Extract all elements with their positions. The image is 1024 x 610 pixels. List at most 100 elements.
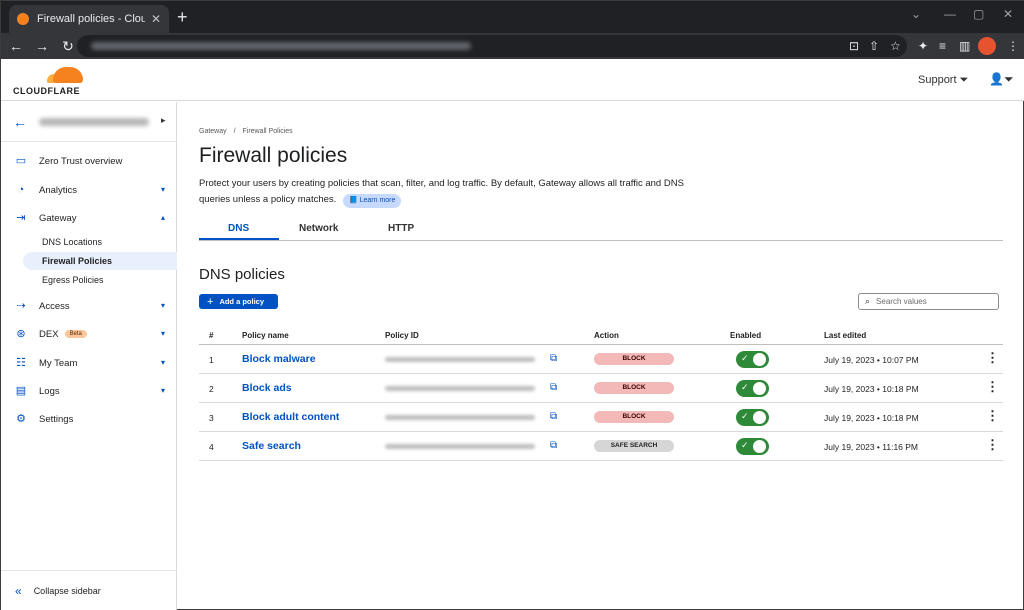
sidebar-item-my-team[interactable]: ☷ My Team ▾ — [1, 351, 177, 375]
browser-menu-icon[interactable]: ⋮ — [1007, 39, 1019, 53]
browser-tab[interactable]: Firewall policies - Cloudflare Zero ✕ — [9, 5, 169, 33]
account-switcher[interactable]: ← ▸ — [1, 102, 177, 142]
sidebar-subitem-dns-locations[interactable]: DNS Locations — [23, 233, 177, 251]
url-text — [91, 42, 471, 50]
table-row: 4 Safe search ⧉ SAFE SEARCH ✓ July 19, 2… — [199, 432, 1003, 461]
back-icon[interactable]: ← — [5, 38, 27, 54]
copy-icon[interactable]: ⧉ — [550, 411, 557, 422]
row-menu-icon[interactable]: ⋮ — [986, 380, 999, 394]
chevron-down-icon: ▾ — [161, 386, 166, 395]
tab-dns[interactable]: DNS — [228, 223, 249, 234]
close-window-icon[interactable]: ✕ — [1003, 7, 1013, 21]
account-name — [39, 118, 149, 126]
policy-name-link[interactable]: Block ads — [242, 382, 292, 394]
copy-icon[interactable]: ⧉ — [550, 382, 557, 393]
support-menu[interactable]: Support ⏷ — [918, 74, 968, 87]
sidebar-subitem-egress-policies[interactable]: Egress Policies — [23, 271, 177, 289]
bookmark-star-icon[interactable]: ☆ — [890, 39, 901, 53]
enabled-toggle[interactable]: ✓ — [736, 409, 769, 426]
chevron-down-icon: ▾ — [161, 185, 166, 194]
column-number: # — [209, 331, 214, 340]
sidebar-item-gateway[interactable]: ⇥ Gateway ▴ — [1, 206, 177, 230]
double-chevron-left-icon: « — [15, 583, 22, 598]
forward-icon[interactable]: → — [31, 38, 53, 54]
profile-avatar[interactable] — [978, 37, 996, 55]
sidebar-item-logs[interactable]: ▤ Logs ▾ — [1, 379, 177, 403]
action-badge: SAFE SEARCH — [594, 440, 674, 452]
overview-icon: ▭ — [15, 155, 27, 167]
enabled-toggle[interactable]: ✓ — [736, 351, 769, 368]
sidebar-item-dex[interactable]: ⊛ DEX Beta ▾ — [1, 322, 177, 346]
sidebar-item-zero-trust-overview[interactable]: ▭ Zero Trust overview — [1, 149, 177, 173]
row-menu-icon[interactable]: ⋮ — [986, 409, 999, 423]
search-input[interactable] — [876, 297, 987, 306]
logs-icon: ▤ — [15, 385, 27, 397]
address-bar[interactable] — [77, 35, 907, 57]
sidebar: ← ▸ ▭ Zero Trust overview ◔ Analytics ▾ … — [1, 102, 177, 610]
check-icon: ✓ — [741, 382, 749, 392]
breadcrumb: Gateway / Firewall Policies — [199, 128, 298, 135]
sidebar-item-label: Analytics — [39, 184, 78, 196]
reading-list-icon[interactable]: ≡ — [939, 39, 946, 53]
action-badge: BLOCK — [594, 353, 674, 365]
sidebar-item-analytics[interactable]: ◔ Analytics ▾ — [1, 178, 177, 202]
logo-wordmark: CLOUDFLARE — [13, 86, 80, 96]
plus-icon: + — [207, 295, 214, 308]
sidebar-item-label: Zero Trust overview — [39, 155, 123, 167]
row-menu-icon[interactable]: ⋮ — [986, 438, 999, 452]
analytics-icon: ◔ — [17, 184, 25, 196]
tab-http[interactable]: HTTP — [388, 223, 414, 234]
gear-icon: ⚙ — [16, 413, 26, 425]
policy-id — [385, 444, 535, 449]
table-header: # Policy name Policy ID Action Enabled L… — [199, 327, 1003, 345]
user-menu-icon[interactable]: 👤⏷ — [989, 72, 1014, 87]
chevron-down-icon: ▾ — [161, 358, 166, 367]
logo-cloud-main-icon — [53, 67, 83, 83]
maximize-icon[interactable]: ▢ — [973, 7, 984, 21]
enabled-toggle[interactable]: ✓ — [736, 380, 769, 397]
team-icon: ☷ — [16, 357, 26, 369]
install-icon[interactable]: ⊡ — [849, 39, 859, 53]
policy-tabs: DNS Network HTTP — [199, 218, 1003, 241]
close-tab-icon[interactable]: ✕ — [151, 12, 161, 26]
policy-id — [385, 415, 535, 420]
tab-network[interactable]: Network — [299, 223, 338, 234]
add-policy-button[interactable]: + Add a policy — [199, 294, 278, 309]
copy-icon[interactable]: ⧉ — [550, 440, 557, 451]
policy-name-link[interactable]: Block adult content — [242, 411, 339, 423]
sidebar-item-access[interactable]: ⇢ Access ▾ — [1, 294, 177, 318]
policy-name-link[interactable]: Safe search — [242, 440, 301, 452]
breadcrumb-current: Firewall Policies — [242, 128, 293, 135]
tab-search-icon[interactable]: ⌄ — [911, 7, 921, 21]
search-field[interactable]: ⌕ — [858, 293, 999, 310]
chevron-down-icon: ▾ — [161, 301, 166, 310]
back-arrow-icon[interactable]: ← — [13, 114, 27, 130]
column-policy-id: Policy ID — [385, 331, 419, 340]
copy-icon[interactable]: ⧉ — [550, 353, 557, 364]
collapse-sidebar-button[interactable]: « Collapse sidebar — [1, 570, 177, 610]
minimize-icon[interactable]: — — [944, 7, 956, 21]
column-action[interactable]: Action — [594, 331, 619, 340]
beta-badge: Beta — [64, 330, 87, 338]
row-number: 1 — [209, 355, 214, 365]
policy-name-link[interactable]: Block malware — [242, 353, 316, 365]
reload-icon[interactable]: ↻ — [57, 38, 79, 55]
sidebar-subitem-firewall-policies[interactable]: Firewall Policies — [23, 252, 177, 270]
extensions-icon[interactable]: ✦ — [918, 39, 928, 53]
last-edited: July 19, 2023 • 11:16 PM — [824, 442, 919, 452]
sidebar-item-settings[interactable]: ⚙ Settings — [1, 407, 177, 431]
column-enabled[interactable]: Enabled — [730, 331, 761, 340]
breadcrumb-gateway[interactable]: Gateway — [199, 128, 227, 135]
column-last-edited[interactable]: Last edited — [824, 331, 866, 340]
row-menu-icon[interactable]: ⋮ — [986, 351, 999, 365]
side-panel-icon[interactable]: ▥ — [959, 39, 970, 53]
toggle-knob — [753, 353, 766, 366]
column-policy-name[interactable]: Policy name — [242, 331, 289, 340]
new-tab-icon[interactable]: + — [177, 7, 188, 27]
enabled-toggle[interactable]: ✓ — [736, 438, 769, 455]
chevron-right-icon: ▸ — [161, 115, 166, 125]
learn-more-link[interactable]: 📘 Learn more — [342, 194, 402, 208]
check-icon: ✓ — [741, 440, 749, 450]
share-icon[interactable]: ⇧ — [869, 39, 879, 53]
sidebar-item-label: Access — [39, 300, 70, 312]
